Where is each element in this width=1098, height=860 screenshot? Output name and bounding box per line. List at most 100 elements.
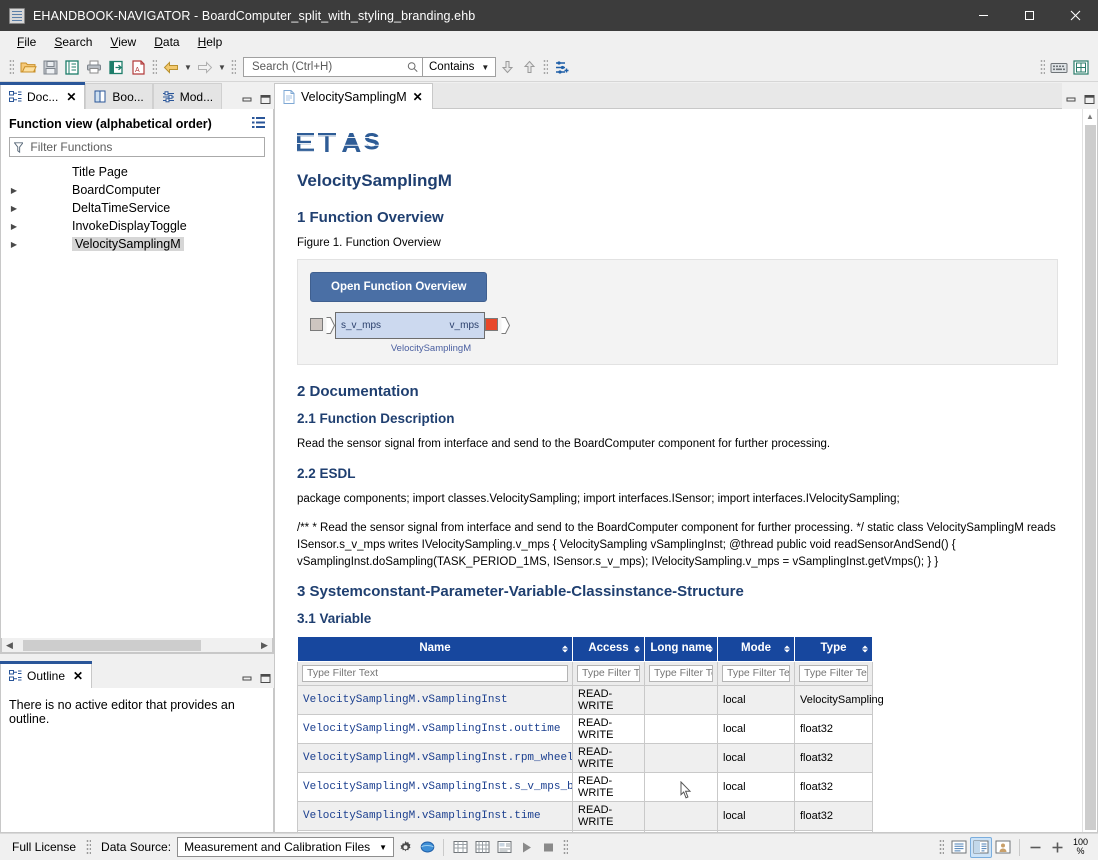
chevron-right-icon[interactable]: ▶ — [7, 204, 21, 213]
open-function-overview-button[interactable]: Open Function Overview — [310, 272, 487, 302]
cell-name[interactable]: VelocitySamplingM.vSamplingInst.s_v_mps_… — [298, 772, 573, 801]
menu-item-data[interactable]: Data — [145, 33, 188, 51]
hscroll-left-button[interactable]: ◀ — [2, 639, 17, 652]
filter-input-mode[interactable]: Type Filter Text — [722, 665, 790, 682]
layout-icon[interactable] — [493, 837, 515, 858]
hscroll-right-button[interactable]: ▶ — [257, 639, 272, 652]
left-panel-minimize[interactable] — [238, 89, 256, 109]
tab-documents[interactable]: Doc... ✕ — [0, 83, 85, 109]
cell-name[interactable]: VelocitySamplingM.vSamplingInst.time — [298, 801, 573, 830]
zoom-in-button[interactable] — [1047, 837, 1069, 858]
cell-name[interactable]: VelocitySamplingM.vSamplingInst.outtime — [298, 714, 573, 743]
back-dropdown-caret[interactable]: ▼ — [182, 56, 194, 78]
toolbar-grip[interactable] — [9, 59, 14, 76]
zoom-level-indicator[interactable]: 100 % — [1069, 838, 1092, 856]
tab-books[interactable]: Boo... — [85, 83, 152, 109]
table-view-icon[interactable] — [449, 837, 471, 858]
menu-item-search[interactable]: Search — [45, 33, 101, 51]
save-icon[interactable] — [39, 56, 61, 78]
tab-models[interactable]: Mod... — [153, 83, 222, 109]
table-row[interactable]: VelocitySamplingM.vSamplingInst.vmpsCalc… — [298, 830, 873, 832]
cell-name[interactable]: VelocitySamplingM.vSamplingInst — [298, 685, 573, 714]
menu-item-file[interactable]: File — [8, 33, 45, 51]
filter-functions-box[interactable] — [9, 137, 265, 157]
editor-vscrollbar[interactable]: ▲ — [1082, 109, 1097, 832]
cell-name[interactable]: VelocitySamplingM.vSamplingInst.rpm_whee… — [298, 743, 573, 772]
editor-minimize[interactable] — [1062, 89, 1080, 109]
filter-input-access[interactable]: Type Filter Text — [577, 665, 640, 682]
outline-minimize[interactable] — [238, 668, 256, 688]
chevron-right-icon[interactable]: ▶ — [7, 186, 21, 195]
search-input[interactable] — [250, 60, 407, 74]
column-header-name[interactable]: Name — [298, 637, 573, 661]
grid-view-icon[interactable] — [471, 837, 493, 858]
tab-documents-close[interactable]: ✕ — [66, 90, 76, 104]
column-header-long-name[interactable]: Long name — [645, 637, 718, 661]
outline-maximize[interactable] — [256, 668, 274, 688]
toolbar-grip-5[interactable] — [1040, 59, 1045, 76]
back-arrow-icon[interactable] — [160, 56, 182, 78]
maximize-button[interactable] — [1006, 0, 1052, 31]
split-view-icon[interactable] — [970, 837, 992, 858]
filter-input-long-name[interactable]: Type Filter Text — [649, 665, 713, 682]
minimize-button[interactable] — [960, 0, 1006, 31]
person-view-icon[interactable] — [992, 837, 1014, 858]
close-button[interactable] — [1052, 0, 1098, 31]
tab-outline[interactable]: Outline ✕ — [0, 662, 92, 688]
column-header-type[interactable]: Type — [795, 637, 873, 661]
handbook-icon[interactable] — [1070, 56, 1092, 78]
view-menu-icon[interactable] — [252, 117, 265, 131]
left-panel-maximize[interactable] — [256, 89, 274, 109]
statusbar-grip-2[interactable] — [563, 839, 568, 855]
match-mode-dropdown[interactable]: Contains ▼ — [423, 57, 496, 77]
editor-tab-close[interactable]: ✕ — [413, 90, 423, 104]
statusbar-grip[interactable] — [86, 839, 91, 855]
filter-input-type[interactable]: Type Filter Text — [799, 665, 868, 682]
book-icon[interactable] — [61, 56, 83, 78]
vscroll-thumb[interactable] — [1085, 125, 1096, 830]
table-row[interactable]: VelocitySamplingM.vSamplingInst.outtime … — [298, 714, 873, 743]
tree-item-velocitysamplingm[interactable]: ▶ VelocitySamplingM — [1, 235, 273, 253]
table-row[interactable]: VelocitySamplingM.vSamplingInst.time REA… — [298, 801, 873, 830]
open-folder-icon[interactable] — [17, 56, 39, 78]
chevron-right-icon[interactable]: ▶ — [7, 222, 21, 231]
globe-icon[interactable] — [416, 837, 438, 858]
chevron-right-icon[interactable]: ▶ — [7, 240, 21, 249]
statusbar-grip-3[interactable] — [939, 839, 944, 855]
column-header-mode[interactable]: Mode — [718, 637, 795, 661]
editor-tab-velocitysamplingm[interactable]: VelocitySamplingM ✕ — [274, 83, 433, 109]
find-next-icon[interactable] — [496, 56, 518, 78]
keyboard-icon[interactable] — [1048, 56, 1070, 78]
filter-input-name[interactable]: Type Filter Text — [302, 665, 568, 682]
toolbar-grip-3[interactable] — [231, 59, 236, 76]
find-previous-icon[interactable] — [518, 56, 540, 78]
table-row[interactable]: VelocitySamplingM.vSamplingInst.s_v_mps_… — [298, 772, 873, 801]
stop-icon[interactable] — [537, 837, 559, 858]
hscroll-thumb[interactable] — [23, 640, 201, 651]
forward-dropdown-caret[interactable]: ▼ — [216, 56, 228, 78]
cell-name[interactable]: VelocitySamplingM.vSamplingInst.vmpsCalc… — [298, 830, 573, 832]
tab-outline-close[interactable]: ✕ — [73, 669, 83, 683]
vscroll-up-button[interactable]: ▲ — [1086, 112, 1094, 121]
export-icon[interactable] — [105, 56, 127, 78]
hscroll-track[interactable] — [17, 640, 257, 651]
table-row[interactable]: VelocitySamplingM.vSamplingInst.rpm_whee… — [298, 743, 873, 772]
menu-item-help[interactable]: Help — [189, 33, 232, 51]
forward-arrow-icon[interactable] — [194, 56, 216, 78]
editor-maximize[interactable] — [1080, 89, 1098, 109]
toolbar-grip-2[interactable] — [152, 59, 157, 76]
search-box[interactable] — [243, 57, 423, 77]
menu-item-view[interactable]: View — [101, 33, 145, 51]
data-source-dropdown[interactable]: Measurement and Calibration Files ▼ — [177, 837, 394, 857]
zoom-out-button[interactable] — [1025, 837, 1047, 858]
play-icon[interactable] — [515, 837, 537, 858]
pdf-icon[interactable]: A — [127, 56, 149, 78]
toolbar-grip-4[interactable] — [543, 59, 548, 76]
table-row[interactable]: VelocitySamplingM.vSamplingInst READ-WRI… — [298, 685, 873, 714]
list-view-icon[interactable] — [948, 837, 970, 858]
column-header-access[interactable]: Access — [573, 637, 645, 661]
filter-functions-input[interactable] — [28, 139, 260, 155]
filter-settings-icon[interactable] — [551, 56, 573, 78]
function-block[interactable]: s_v_mps v_mps — [335, 312, 485, 339]
gear-icon[interactable] — [394, 837, 416, 858]
